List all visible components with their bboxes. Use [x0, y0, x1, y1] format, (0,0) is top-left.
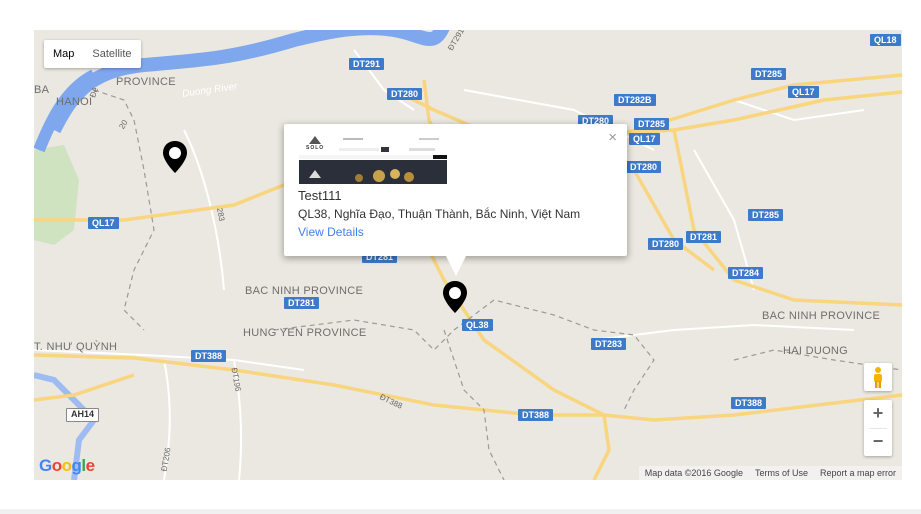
page-bottom-band — [0, 509, 921, 514]
location-thumbnail[interactable]: SOLO — [299, 134, 447, 184]
route-shield: DT284 — [728, 267, 764, 279]
info-window-tail — [446, 256, 466, 276]
thumbnail-image — [299, 134, 447, 184]
place-label: BA — [34, 84, 50, 96]
route-shield: DT281 — [284, 297, 320, 309]
place-label: HUNG YEN PROVINCE — [243, 327, 367, 339]
route-shield: QL17 — [629, 133, 660, 145]
view-details-link[interactable]: View Details — [298, 225, 364, 239]
route-shield: DT283 — [591, 338, 627, 350]
place-label: T. NHƯ QUỲNH — [34, 341, 118, 353]
map-type-control: Map Satellite — [44, 40, 141, 68]
route-shield: AH14 — [66, 408, 100, 422]
route-shield: DT281 — [686, 231, 722, 243]
zoom-in-button[interactable]: + — [864, 400, 892, 428]
route-shield: DT285 — [751, 68, 787, 80]
location-marker-selected[interactable] — [442, 280, 468, 314]
map-type-map-button[interactable]: Map — [44, 40, 83, 68]
location-marker[interactable] — [162, 140, 188, 174]
place-label: BAC NINH PROVINCE — [245, 285, 364, 297]
map-canvas[interactable]: QL18 DT291 DT285 QL17 DT280 DT282B DT280… — [34, 30, 902, 480]
route-shield: QL17 — [88, 217, 119, 229]
zoom-out-button[interactable]: − — [864, 428, 892, 456]
map-data-text: Map data ©2016 Google — [644, 468, 743, 478]
route-shield: DT388 — [731, 397, 767, 409]
route-shield: DT285 — [634, 118, 670, 130]
location-title: Test111 — [298, 188, 342, 203]
google-logo: Google — [39, 456, 95, 475]
route-shield: DT282B — [614, 94, 656, 106]
place-label: HANOI — [56, 96, 93, 108]
route-shield: DT280 — [387, 88, 423, 100]
map-type-satellite-button[interactable]: Satellite — [83, 40, 140, 68]
route-shield: DT285 — [748, 209, 784, 221]
route-shield: QL18 — [870, 34, 901, 46]
route-shield: DT388 — [518, 409, 554, 421]
route-shield: DT280 — [648, 238, 684, 250]
route-shield: DT388 — [191, 350, 227, 362]
route-shield: DT291 — [349, 58, 385, 70]
place-label: PROVINCE — [116, 76, 176, 88]
place-label: BAC NINH PROVINCE — [762, 310, 881, 322]
route-shield: QL38 — [462, 319, 493, 331]
map-attribution: Map data ©2016 Google Terms of Use Repor… — [638, 466, 902, 480]
info-window: × SOLO Test111 QL38, Nghĩa Đạo, Thuận Th… — [284, 124, 627, 276]
place-label: HAI DUONG — [783, 345, 849, 357]
location-address: QL38, Nghĩa Đạo, Thuận Thành, Bắc Ninh, … — [298, 207, 581, 221]
zoom-control: + − — [864, 400, 892, 456]
street-view-pegman[interactable] — [864, 363, 892, 391]
terms-of-use-link[interactable]: Terms of Use — [749, 466, 814, 480]
report-error-link[interactable]: Report a map error — [814, 466, 902, 480]
close-icon[interactable]: × — [608, 130, 617, 145]
route-shield: QL17 — [788, 86, 819, 98]
pegman-icon — [874, 367, 882, 388]
thumbnail-brand: SOLO — [306, 145, 325, 151]
route-shield: DT280 — [626, 161, 662, 173]
